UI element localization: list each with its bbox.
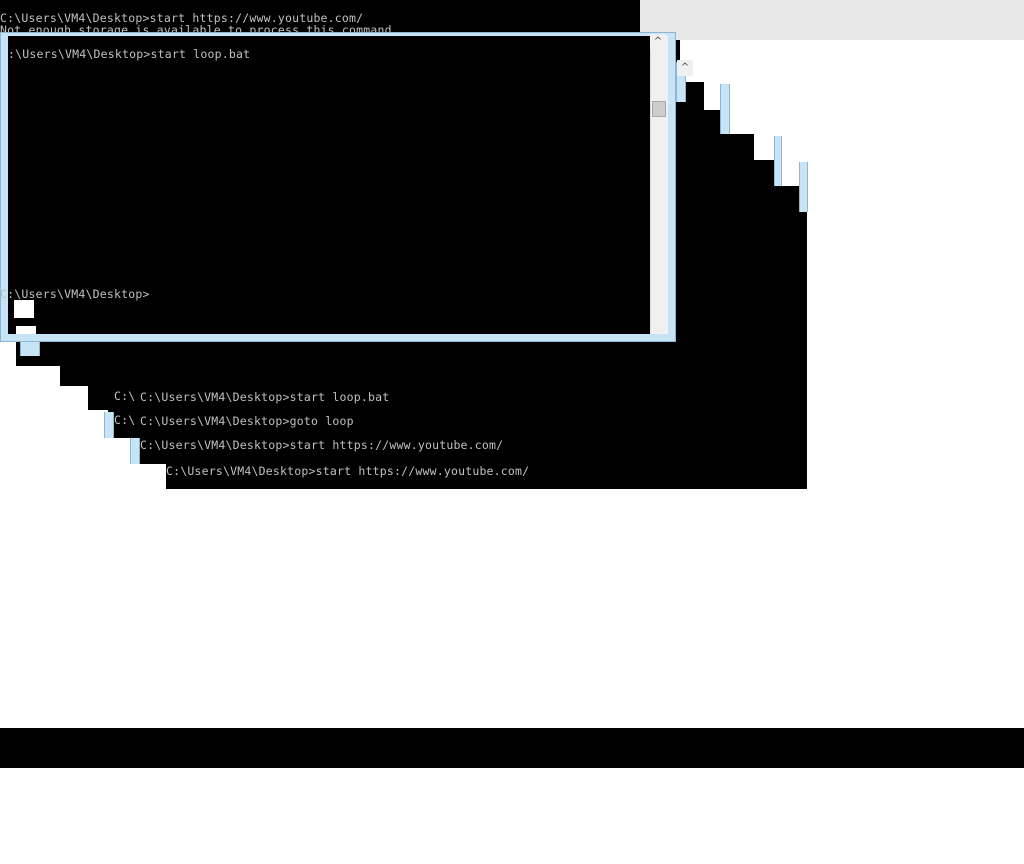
- cascade-gap-7: [807, 160, 1024, 190]
- cascade-line-start-youtube-2: C:\Users\VM4\Desktop>start https://www.y…: [166, 464, 530, 478]
- cascade-frame-edge-2: [720, 84, 730, 134]
- cascade-frame-edge-5: [104, 412, 114, 438]
- chevron-up-icon[interactable]: ^: [650, 34, 666, 50]
- console-line-start-loop: :\Users\VM4\Desktop>start loop.bat: [8, 47, 251, 61]
- cascade-gap-1: [680, 40, 1024, 82]
- cascade-gap-6: [807, 186, 1024, 489]
- cascade-prefix-2: C:\: [114, 413, 136, 427]
- console-prompt[interactable]: C:\Users\VM4\Desktop>: [0, 287, 150, 301]
- cascade-gap-4: [754, 134, 1024, 160]
- cascade-gap-3: [728, 110, 1024, 134]
- taskbar[interactable]: [0, 728, 1024, 768]
- desktop-area: [0, 489, 1024, 728]
- cascade-frame-edge-4: [799, 162, 808, 212]
- cascade-line-start-loop: C:\Users\VM4\Desktop>start loop.bat: [140, 390, 390, 404]
- console-scrollbar-thumb[interactable]: [652, 101, 666, 117]
- scroll-up-icon[interactable]: ^: [677, 60, 693, 76]
- cascade-line-goto-loop: C:\Users\VM4\Desktop>goto loop: [140, 414, 354, 428]
- background-window-titlebar: [640, 0, 1024, 40]
- window-remnant-2: [16, 326, 36, 334]
- console-scrollbar[interactable]: [650, 36, 668, 334]
- window-remnant-1: [14, 300, 34, 318]
- cascade-prefix-1: C:\: [114, 389, 136, 403]
- cascade-frame-edge-3: [774, 136, 782, 186]
- cascade-frame-edge-6: [130, 438, 140, 464]
- cascade-line-start-youtube-1: C:\Users\VM4\Desktop>start https://www.y…: [140, 438, 504, 452]
- window-remnant-edge: [20, 342, 40, 356]
- cascade-gap-2: [704, 82, 1024, 110]
